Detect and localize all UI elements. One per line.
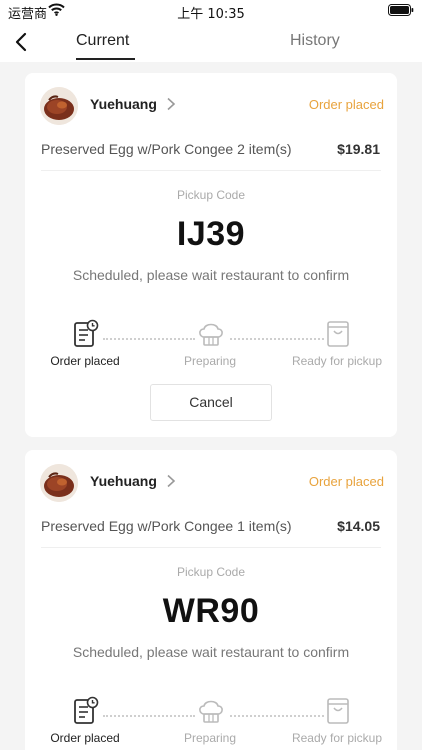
order-price: $14.05 [337, 518, 380, 534]
order-card: Yuehuang Order placed Preserved Egg w/Po… [25, 450, 397, 750]
divider [41, 547, 381, 548]
shop-name[interactable]: Yuehuang [90, 96, 157, 112]
order-placed-icon [74, 696, 99, 724]
pickup-code: IJ39 [176, 215, 246, 253]
chevron-right-icon[interactable] [166, 474, 176, 488]
order-status-badge: Order placed [308, 97, 384, 112]
order-item-summary: Preserved Egg w/Pork Congee 2 item(s) [41, 141, 292, 157]
chevron-left-icon[interactable] [12, 31, 32, 53]
schedule-message: Scheduled, please wait restaurant to con… [72, 644, 350, 660]
order-status-badge: Order placed [308, 474, 384, 489]
divider [41, 170, 381, 171]
tab-history[interactable]: History [290, 32, 340, 50]
cancel-button[interactable]: Cancel [150, 384, 272, 421]
order-price: $19.81 [337, 141, 380, 157]
pickup-bag-icon [327, 698, 349, 724]
step-label-ready: Ready for pickup [291, 731, 383, 745]
chef-hat-icon [199, 700, 223, 723]
progress-connector [103, 715, 195, 717]
order-card: Yuehuang Order placed Preserved Egg w/Po… [25, 73, 397, 437]
step-label-order-placed: Order placed [50, 354, 120, 368]
step-label-preparing: Preparing [183, 731, 237, 745]
progress-connector [103, 338, 195, 340]
tab-current[interactable]: Current [76, 32, 129, 50]
pickup-code-label: Pickup Code [176, 188, 246, 202]
tab-active-indicator [76, 58, 135, 60]
pickup-code-label: Pickup Code [176, 565, 246, 579]
shop-avatar[interactable] [40, 464, 78, 502]
progress-connector [230, 715, 324, 717]
order-placed-icon [74, 319, 99, 347]
chevron-right-icon[interactable] [166, 97, 176, 111]
pickup-code: WR90 [162, 592, 260, 630]
status-bar: 运营商 上午 10:35 [0, 0, 422, 22]
battery-icon [388, 4, 414, 16]
shop-avatar[interactable] [40, 87, 78, 125]
nav-bar: Current History [0, 22, 422, 62]
step-label-preparing: Preparing [183, 354, 237, 368]
order-item-summary: Preserved Egg w/Pork Congee 1 item(s) [41, 518, 292, 534]
chef-hat-icon [199, 323, 223, 346]
pickup-bag-icon [327, 321, 349, 347]
progress-connector [230, 338, 324, 340]
clock: 上午 10:35 [177, 7, 245, 22]
shop-name[interactable]: Yuehuang [90, 473, 157, 489]
schedule-message: Scheduled, please wait restaurant to con… [72, 267, 350, 283]
step-label-order-placed: Order placed [50, 731, 120, 745]
step-label-ready: Ready for pickup [291, 354, 383, 368]
